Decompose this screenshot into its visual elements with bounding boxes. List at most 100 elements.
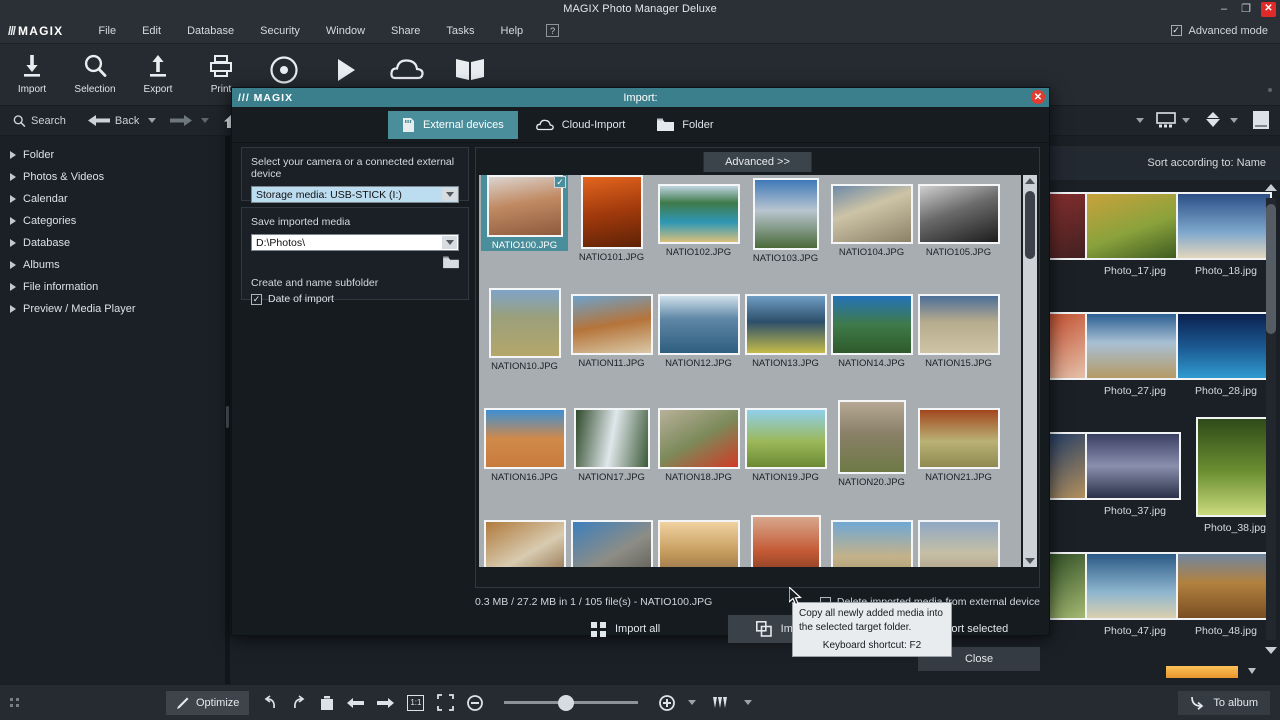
toolbar-export[interactable]: Export bbox=[126, 50, 190, 95]
toolbar-import[interactable]: Import bbox=[0, 50, 64, 95]
fullscreen-icon[interactable] bbox=[437, 694, 454, 711]
photo-thumbnail[interactable] bbox=[1085, 552, 1181, 620]
import-thumb-cell[interactable] bbox=[568, 520, 655, 567]
sidebar-item-database[interactable]: Database bbox=[0, 232, 225, 254]
import-thumb-cell[interactable]: NATION18.JPG bbox=[655, 408, 742, 483]
arrow-right-icon[interactable] bbox=[170, 114, 192, 127]
undo-icon[interactable] bbox=[262, 695, 278, 711]
photo-cell[interactable]: Photo_27.jpg bbox=[1085, 312, 1185, 397]
photo-cell[interactable]: Photo_28.jpg bbox=[1176, 312, 1276, 397]
toolbar-selection[interactable]: Selection bbox=[63, 50, 127, 95]
import-thumbnail-grid[interactable]: ✓ NATIO100.JPG NATIO101.JPG NATIO102.JPG… bbox=[479, 175, 1021, 567]
menu-item-edit[interactable]: Edit bbox=[129, 21, 174, 41]
import-thumb-cell[interactable]: NATION17.JPG bbox=[568, 408, 655, 483]
thumbnail-image[interactable] bbox=[753, 178, 819, 250]
maximize-button[interactable]: ❐ bbox=[1239, 2, 1253, 16]
device-select-chevron-down-icon[interactable] bbox=[442, 188, 457, 201]
zoom-slider-knob[interactable] bbox=[558, 695, 574, 711]
toolbar-overflow-dot[interactable] bbox=[1268, 88, 1272, 92]
import-thumb-cell[interactable]: NATIO102.JPG bbox=[655, 184, 742, 258]
trash-icon[interactable] bbox=[320, 695, 334, 711]
thumbnail-image[interactable] bbox=[489, 288, 561, 358]
folder-browse-icon[interactable] bbox=[443, 256, 459, 269]
redo-icon[interactable] bbox=[291, 695, 307, 711]
scroll-thumb[interactable] bbox=[1266, 204, 1276, 334]
photo-cell[interactable]: Photo_18.jpg bbox=[1176, 192, 1276, 277]
zoom-slider[interactable] bbox=[496, 693, 646, 713]
menu-item-share[interactable]: Share bbox=[378, 21, 433, 41]
photo-thumbnail[interactable] bbox=[1085, 192, 1181, 260]
sidebar-item-photos-videos[interactable]: Photos & Videos bbox=[0, 166, 225, 188]
rating-icon[interactable] bbox=[713, 695, 731, 711]
thumbnail-image[interactable] bbox=[658, 184, 740, 244]
help-icon[interactable]: ? bbox=[546, 24, 559, 37]
menu-item-window[interactable]: Window bbox=[313, 21, 378, 41]
thumbnail-view-icon[interactable] bbox=[1156, 112, 1176, 128]
menu-item-tasks[interactable]: Tasks bbox=[433, 21, 487, 41]
import-thumb-cell[interactable]: NATION20.JPG bbox=[828, 400, 915, 488]
advanced-button[interactable]: Advanced >> bbox=[703, 152, 812, 172]
import-thumb-cell[interactable]: NATION14.JPG bbox=[828, 294, 915, 369]
thumbnail-image[interactable] bbox=[751, 515, 821, 567]
import-thumb-cell[interactable]: ✓ NATIO100.JPG bbox=[481, 175, 568, 251]
import-thumb-cell[interactable]: NATIO105.JPG bbox=[915, 184, 1002, 258]
scroll-down-icon[interactable] bbox=[1265, 647, 1277, 654]
grid-scroll-up-icon[interactable] bbox=[1025, 178, 1035, 184]
import-thumb-cell[interactable]: NATION19.JPG bbox=[742, 408, 829, 483]
photo-thumbnail[interactable] bbox=[1196, 417, 1274, 517]
advanced-mode-checkbox[interactable]: ✓ bbox=[1171, 25, 1182, 36]
thumbnail-image[interactable] bbox=[918, 408, 1000, 469]
save-path-chevron-down-icon[interactable] bbox=[442, 236, 457, 249]
sidebar-item-folder[interactable]: Folder bbox=[0, 144, 225, 166]
thumbnail-image[interactable] bbox=[571, 520, 653, 567]
photo-cell[interactable]: Photo_37.jpg bbox=[1085, 432, 1185, 517]
advanced-mode-toggle[interactable]: ✓ Advanced mode bbox=[1171, 25, 1269, 37]
thumbnail-image[interactable] bbox=[581, 175, 643, 249]
toolbar-cloud[interactable] bbox=[375, 54, 439, 86]
scroll-track[interactable] bbox=[1266, 198, 1276, 640]
thumbnail-image[interactable] bbox=[574, 408, 650, 469]
thumbnail-image[interactable] bbox=[745, 294, 827, 355]
import-thumb-cell[interactable] bbox=[828, 520, 915, 567]
menu-item-file[interactable]: File bbox=[85, 21, 129, 41]
subfolder-option-row[interactable]: ✓ Date of import bbox=[251, 293, 459, 305]
import-thumb-cell[interactable] bbox=[655, 520, 742, 567]
import-thumb-cell[interactable]: NATION15.JPG bbox=[915, 294, 1002, 369]
one-to-one-icon[interactable]: 1:1 bbox=[407, 695, 424, 711]
back-button[interactable]: Back bbox=[88, 114, 139, 127]
thumbnail-image[interactable] bbox=[658, 408, 740, 469]
menu-item-database[interactable]: Database bbox=[174, 21, 247, 41]
thumbnail-image[interactable] bbox=[831, 294, 913, 355]
thumbnail-image[interactable] bbox=[745, 408, 827, 469]
view-chevron-down-icon[interactable] bbox=[1136, 118, 1144, 123]
sidebar-item-categories[interactable]: Categories bbox=[0, 210, 225, 232]
menu-item-security[interactable]: Security bbox=[247, 21, 313, 41]
import-thumb-cell[interactable]: NATIO103.JPG bbox=[742, 178, 829, 264]
thumbnail-image[interactable] bbox=[831, 520, 913, 567]
thumbnail-image[interactable] bbox=[484, 520, 566, 567]
thumbnail-image[interactable] bbox=[658, 294, 740, 355]
thumbnail-view-chevron-down-icon[interactable] bbox=[1182, 118, 1190, 123]
drag-handle-icon[interactable] bbox=[10, 698, 19, 707]
tab-folder[interactable]: Folder bbox=[643, 111, 727, 139]
toolbar-play[interactable] bbox=[313, 54, 377, 86]
arrow-right-icon[interactable] bbox=[377, 697, 394, 709]
tab-external-devices[interactable]: External devices bbox=[388, 111, 518, 139]
dialog-close-button[interactable]: ✕ bbox=[1031, 90, 1045, 104]
optimize-button[interactable]: Optimize bbox=[166, 691, 249, 715]
splitter-grip[interactable] bbox=[226, 406, 229, 428]
photo-cell[interactable]: Photo_47.jpg bbox=[1085, 552, 1185, 637]
sidebar-item-calendar[interactable]: Calendar bbox=[0, 188, 225, 210]
sidebar-item-preview-media-player[interactable]: Preview / Media Player bbox=[0, 298, 225, 320]
menu-item-help[interactable]: Help bbox=[488, 21, 537, 41]
photo-thumbnail[interactable] bbox=[1085, 432, 1181, 500]
toolbar-disc[interactable] bbox=[252, 54, 316, 86]
thumbnail-image[interactable] bbox=[658, 520, 740, 567]
zoom-chevron-down-icon[interactable] bbox=[688, 700, 696, 705]
photo-cell[interactable]: Photo_48.jpg bbox=[1176, 552, 1276, 637]
details-panel-icon[interactable] bbox=[1252, 110, 1270, 130]
import-thumb-cell[interactable]: NATION12.JPG bbox=[655, 294, 742, 369]
toolbar-book[interactable] bbox=[438, 54, 502, 86]
grid-scrollbar[interactable] bbox=[1023, 175, 1037, 567]
thumbnail-image[interactable] bbox=[831, 184, 913, 244]
